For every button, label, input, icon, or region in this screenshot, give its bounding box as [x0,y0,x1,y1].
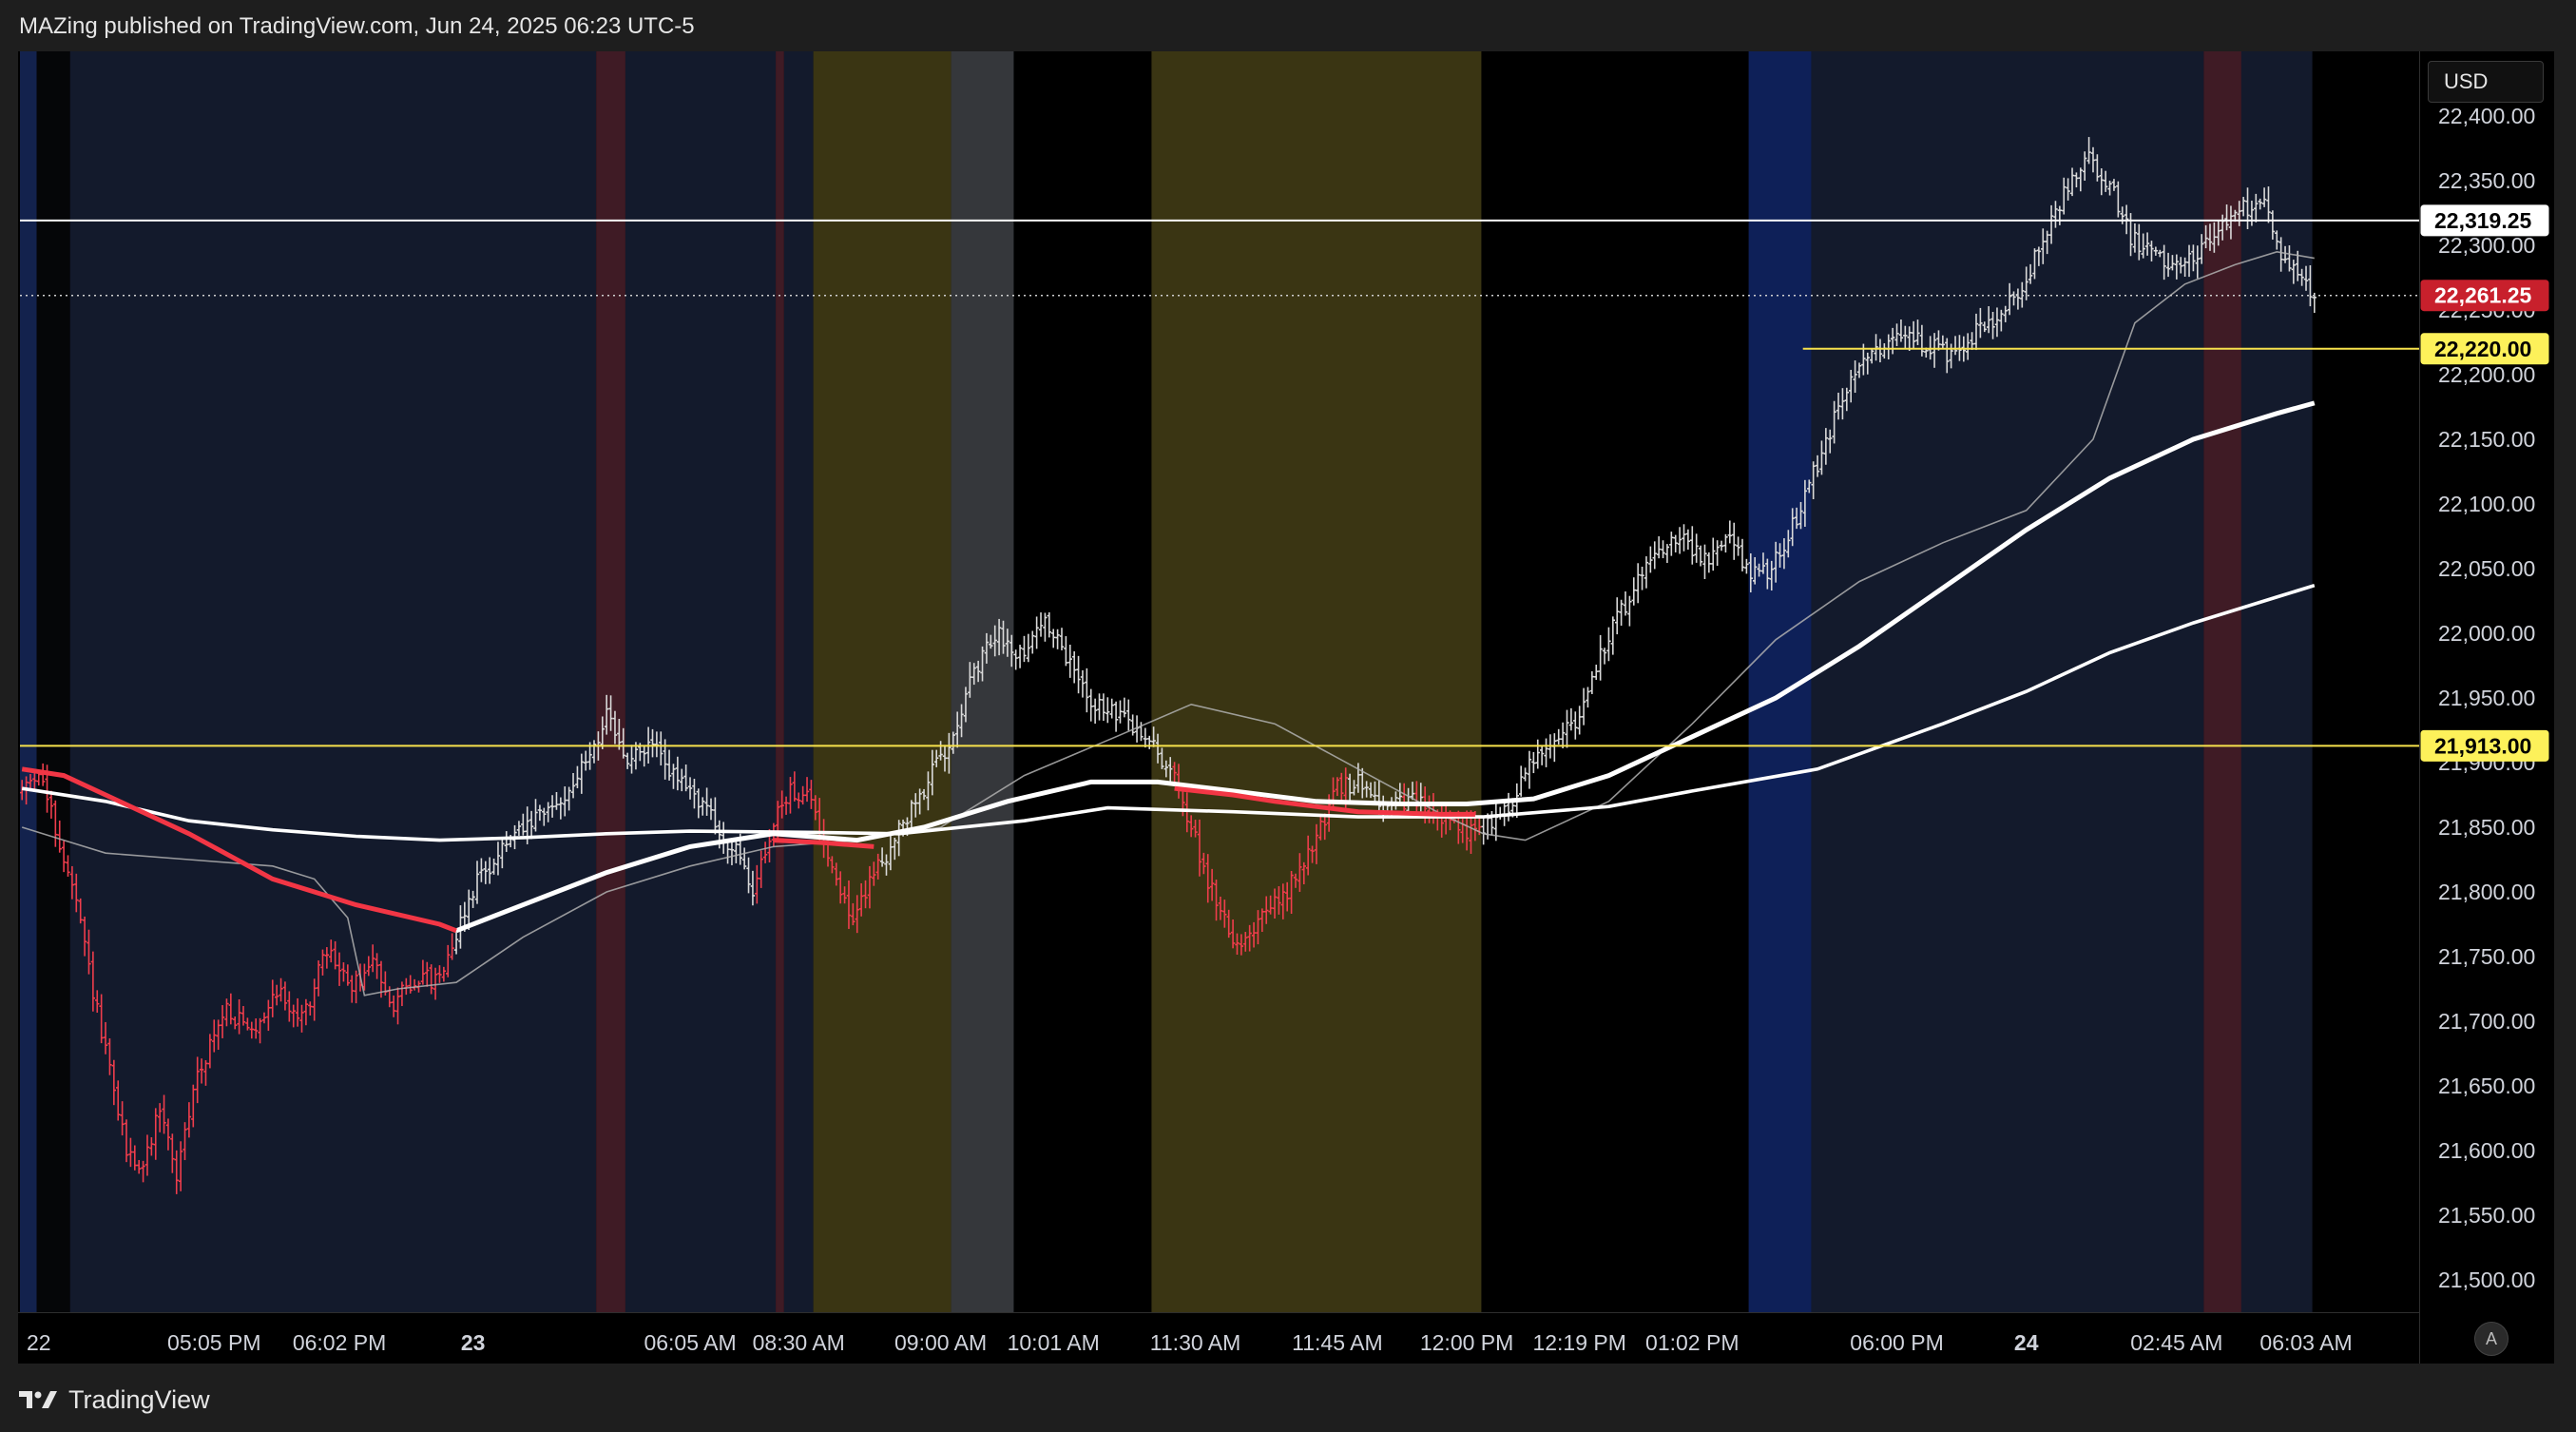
session-band [69,51,597,1312]
price-tag-label: 22,220.00 [2434,337,2531,361]
time-tick-label: 01:02 PM [1645,1330,1739,1355]
session-band [625,51,777,1312]
price-tick-label: 21,500.00 [2438,1268,2535,1292]
price-tick-label: 21,800.00 [2438,880,2535,904]
price-tick-label: 21,600.00 [2438,1138,2535,1163]
time-tick-label: 06:05 AM [644,1330,736,1355]
price-tick-label: 21,550.00 [2438,1203,2535,1228]
time-tick-label: 12:19 PM [1532,1330,1625,1355]
time-tick-label: 02:45 AM [2130,1330,2222,1355]
price-tick-label: 22,200.00 [2438,362,2535,387]
session-band [1481,51,1749,1312]
tradingview-brand: TradingView [68,1384,210,1414]
session-band [951,51,1014,1312]
session-band [20,51,37,1312]
time-tick-label: 11:30 AM [1150,1330,1240,1355]
session-band [1811,51,2204,1312]
price-tag: 22,319.25 [2420,204,2549,237]
price-tag-label: 21,913.00 [2434,733,2531,758]
publisher-header: MAZing published on TradingView.com, Jun… [19,13,695,39]
price-tag: 22,220.00 [2420,333,2549,365]
session-band [1151,51,1482,1312]
session-backgrounds [20,51,2313,1312]
price-tick-label: 22,000.00 [2438,621,2535,646]
time-tick-label: 11:45 AM [1292,1330,1382,1355]
session-band [813,51,952,1312]
auto-scale-button[interactable]: A [2474,1322,2509,1356]
time-tick-label: 23 [461,1330,486,1355]
price-chart[interactable]: 22,400.0022,350.0022,300.0022,250.0022,2… [18,51,2554,1364]
time-tick-label: 10:01 AM [1008,1330,1100,1355]
session-band [36,51,70,1312]
session-band [783,51,814,1312]
price-tag-label: 22,319.25 [2434,208,2532,233]
price-tick-label: 21,850.00 [2438,815,2535,840]
tradingview-logo-icon [19,1391,57,1408]
time-tick-label: 22 [27,1330,51,1355]
price-tick-label: 22,050.00 [2438,556,2535,581]
time-tick-label: 24 [2014,1330,2039,1355]
time-tick-label: 05:05 PM [167,1330,260,1355]
price-tick-label: 22,350.00 [2438,168,2535,193]
time-tick-label: 08:30 AM [753,1330,845,1355]
time-tick-label: 06:00 PM [1850,1330,1943,1355]
footer-branding: TradingView [17,1381,210,1419]
session-band [596,51,625,1312]
time-tick-label: 06:02 PM [293,1330,386,1355]
price-tick-label: 21,650.00 [2438,1074,2535,1098]
price-tick-label: 21,700.00 [2438,1009,2535,1034]
price-tick-label: 21,950.00 [2438,686,2535,710]
time-tick-label: 12:00 PM [1420,1330,1513,1355]
session-band [776,51,784,1312]
price-tick-label: 21,750.00 [2438,944,2535,969]
price-tag-label: 22,261.25 [2434,283,2532,308]
price-tag: 21,913.00 [2420,729,2549,762]
time-tick-label: 09:00 AM [894,1330,987,1355]
price-tick-label: 22,400.00 [2438,104,2535,128]
price-tick-label: 22,100.00 [2438,492,2535,516]
time-axis: 22 05:05 PM 06:02 PM 23 06:05 AM 08:30 AM 09:0… [27,1330,2353,1355]
price-tag: 22,261.25 [2420,280,2549,312]
chart-pane[interactable]: 22,400.0022,350.0022,300.0022,250.0022,2… [18,51,2554,1364]
time-tick-label: 06:03 AM [2259,1330,2352,1355]
price-tick-label: 22,150.00 [2438,427,2535,452]
price-tick-label: 22,300.00 [2438,233,2535,258]
currency-selector[interactable]: USD [2428,61,2544,103]
